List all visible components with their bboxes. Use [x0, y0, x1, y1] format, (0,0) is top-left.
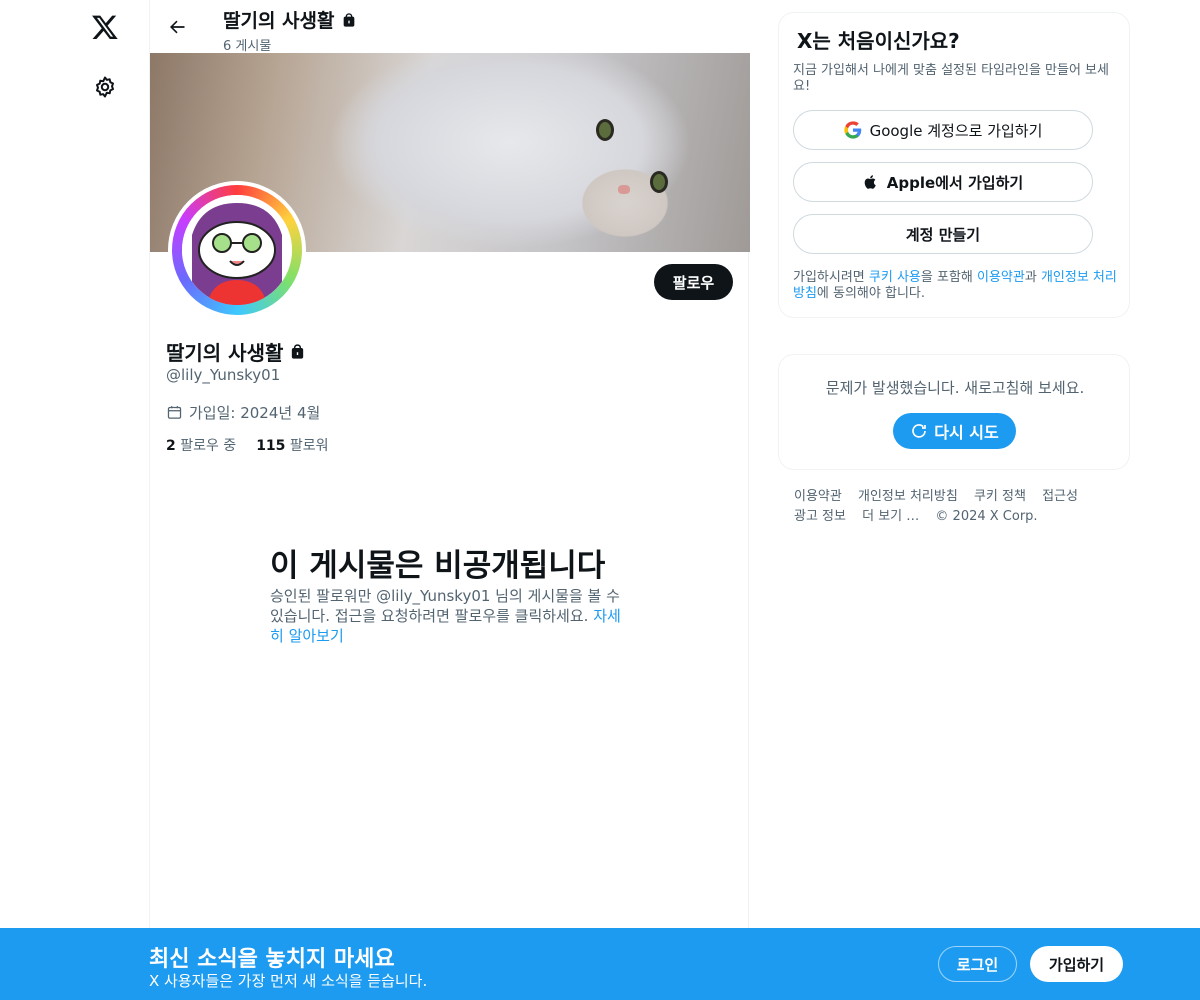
private-notice-title: 이 게시물은 비공개됩니다 — [270, 548, 606, 584]
private-notice-body: 승인된 팔로워만 @lily_Yunsky01 님의 게시물을 볼 수 있습니다… — [270, 587, 620, 625]
signup-title: X는 처음이신가요? — [797, 29, 960, 53]
retry-label: 다시 시도 — [934, 423, 999, 442]
create-account-label: 계정 만들기 — [905, 225, 981, 244]
cookie-use-link[interactable]: 쿠키 사용 — [869, 270, 921, 285]
google-signup-label: Google 계정으로 가입하기 — [869, 121, 1043, 140]
following-link[interactable]: 2 팔로우 중 — [166, 435, 236, 455]
google-icon — [843, 121, 861, 139]
following-count: 2 — [166, 438, 176, 454]
refresh-icon — [912, 424, 927, 438]
apple-signup-label: Apple에서 가입하기 — [886, 173, 1024, 192]
avatar-illustration — [182, 195, 292, 305]
footer-copyright: © 2024 X Corp. — [935, 509, 1038, 524]
login-button[interactable]: 로그인 — [938, 946, 1017, 982]
banner-detail — [596, 119, 614, 141]
footer-link-ads[interactable]: 광고 정보 — [794, 507, 846, 527]
signup-terms: 가입하시려면 쿠키 사용을 포함해 이용약관과 개인정보 처리방침에 동의해야 … — [793, 270, 1123, 302]
follow-button[interactable]: 팔로우 — [654, 264, 733, 300]
post-count: 6 게시물 — [223, 39, 272, 54]
profile-name-text: 딸기의 사생활 — [166, 341, 284, 365]
followers-link[interactable]: 115 팔로워 — [256, 435, 328, 455]
following-label: 팔로우 중 — [180, 438, 237, 454]
terms-text: 과 — [1024, 270, 1041, 285]
apple-signup-button[interactable]: Apple에서 가입하기 — [793, 162, 1093, 202]
profile-handle: @lily_Yunsky01 — [166, 366, 281, 384]
footer-link-cookies[interactable]: 쿠키 정책 — [974, 487, 1026, 507]
calendar-icon — [167, 406, 182, 419]
error-card: 문제가 발생했습니다. 새로고침해 보세요. 다시 시도 — [778, 354, 1130, 470]
x-logo-icon[interactable] — [88, 10, 122, 44]
signup-card: X는 처음이신가요? 지금 가입해서 나에게 맞춤 설정된 타임라인을 만들어 … — [778, 12, 1130, 318]
header-title: 딸기의 사생활 — [223, 6, 357, 33]
create-account-button[interactable]: 계정 만들기 — [793, 214, 1093, 254]
back-arrow-icon[interactable] — [162, 12, 192, 42]
header-title-text: 딸기의 사생활 — [223, 10, 335, 32]
followers-count: 115 — [256, 438, 286, 454]
signup-subtitle: 지금 가입해서 나에게 맞춤 설정된 타임라인을 만들어 보세요! — [793, 63, 1109, 94]
follow-stats: 2 팔로우 중 115 팔로워 — [166, 435, 329, 455]
footer-links: 이용약관 개인정보 처리방침 쿠키 정책 접근성 광고 정보 더 보기 … © … — [794, 487, 1124, 527]
terms-text: 을 포함해 — [920, 270, 977, 285]
bottom-bar-subtitle: X 사용자들은 가장 먼저 새 소식을 듣습니다. — [149, 972, 428, 990]
error-message: 문제가 발생했습니다. 새로고침해 보세요. — [825, 379, 1085, 397]
joined-date: 가입일: 2024년 4월 — [166, 402, 320, 423]
bottom-signup-bar: 최신 소식을 놓치지 마세요 X 사용자들은 가장 먼저 새 소식을 듣습니다.… — [0, 928, 1200, 1000]
apple-icon — [864, 175, 876, 189]
footer-link-more[interactable]: 더 보기 … — [862, 507, 919, 527]
profile-column: 딸기의 사생활 6 게시물 팔로우 딸기의 사생활 @lily_Yunsky01… — [149, 0, 750, 1000]
terms-text: 에 동의해야 합니다. — [816, 286, 925, 301]
terms-text: 가입하시려면 — [793, 270, 869, 285]
google-signup-button[interactable]: Google 계정으로 가입하기 — [793, 110, 1093, 150]
profile-header-bar: 딸기의 사생활 6 게시물 — [150, 0, 750, 54]
lock-icon — [343, 12, 354, 27]
signup-button[interactable]: 가입하기 — [1030, 946, 1123, 982]
banner-detail — [650, 171, 668, 193]
followers-label: 팔로워 — [289, 438, 329, 454]
private-notice-text: 승인된 팔로워만 @lily_Yunsky01 님의 게시물을 볼 수 있습니다… — [270, 586, 630, 646]
joined-text: 가입일: 2024년 4월 — [189, 404, 321, 422]
retry-button[interactable]: 다시 시도 — [893, 413, 1016, 449]
bottom-bar-title: 최신 소식을 놓치지 마세요 — [149, 947, 395, 972]
footer-link-terms[interactable]: 이용약관 — [794, 487, 842, 507]
avatar[interactable] — [168, 181, 306, 319]
banner-detail — [618, 185, 630, 194]
lock-icon — [292, 344, 304, 359]
terms-of-service-link[interactable]: 이용약관 — [977, 270, 1025, 285]
footer-link-accessibility[interactable]: 접근성 — [1042, 487, 1078, 507]
gear-icon[interactable] — [88, 70, 122, 104]
left-nav — [0, 0, 150, 1000]
footer-link-privacy[interactable]: 개인정보 처리방침 — [858, 487, 958, 507]
profile-name: 딸기의 사생활 — [166, 337, 306, 366]
